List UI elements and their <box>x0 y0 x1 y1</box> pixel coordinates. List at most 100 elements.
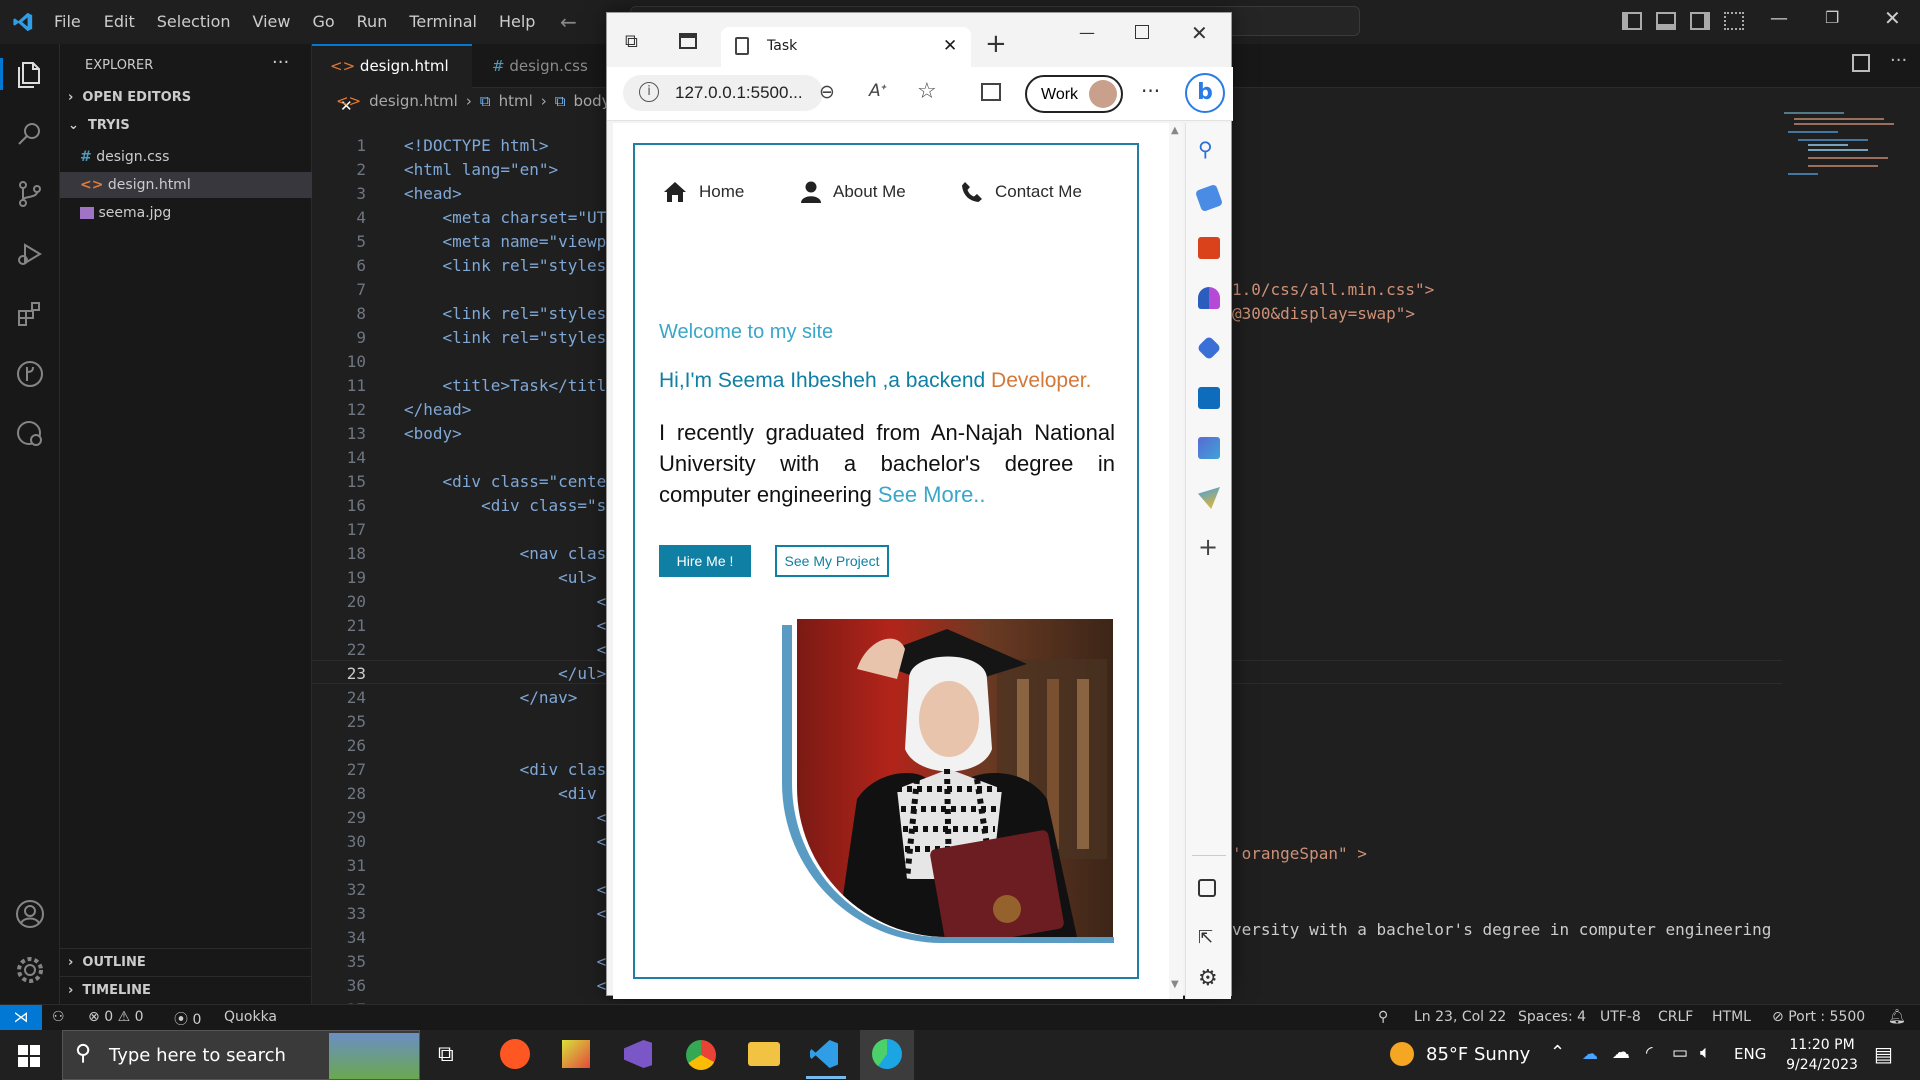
copilot-icon[interactable]: b <box>1185 73 1225 113</box>
chevron-up-icon[interactable]: ⌃ <box>1550 1042 1565 1063</box>
outlook-icon[interactable] <box>1198 387 1220 409</box>
ports-indicator[interactable]: ⦿ 0 <box>174 1009 201 1029</box>
run-debug-icon[interactable] <box>14 238 46 270</box>
source-control-icon[interactable] <box>14 178 46 210</box>
search-icon[interactable] <box>14 118 46 150</box>
sidebar-settings-icon[interactable]: ⚙ <box>1198 968 1220 991</box>
zoom-icon[interactable]: ⊖ <box>819 81 835 103</box>
see-project-button[interactable]: See My Project <box>775 545 889 577</box>
input-language[interactable]: ENG <box>1734 1045 1766 1063</box>
drop-icon[interactable] <box>1198 487 1220 509</box>
problems-indicator[interactable]: ⊗ 0 ⚠ 0 <box>88 1009 144 1025</box>
remote-indicator-icon[interactable]: ⋊ <box>0 1005 42 1030</box>
toggle-secondary-sidebar-icon[interactable] <box>1690 12 1710 30</box>
git-graph-icon[interactable] <box>14 358 46 390</box>
visual-studio-icon[interactable] <box>624 1040 652 1068</box>
chrome-icon[interactable] <box>686 1040 716 1070</box>
split-screen-icon[interactable] <box>981 83 1001 101</box>
wifi-icon[interactable]: ◜ <box>1646 1043 1653 1063</box>
language-mode[interactable]: HTML <box>1712 1009 1751 1025</box>
menu-help[interactable]: Help <box>499 12 535 44</box>
favorite-star-icon[interactable]: ☆ <box>917 79 937 104</box>
menu-file[interactable]: File <box>54 12 81 44</box>
open-editors-section[interactable]: › OPEN EDITORS <box>68 90 191 105</box>
see-more-link[interactable]: See More.. <box>878 482 986 507</box>
split-editor-icon[interactable] <box>1852 54 1870 72</box>
weather-text[interactable]: 85°F Sunny <box>1426 1044 1530 1065</box>
nav-about[interactable]: About Me <box>801 181 906 203</box>
folder-section[interactable]: ⌄ TRYIS <box>68 118 130 133</box>
m365-icon[interactable] <box>1196 335 1222 361</box>
more-actions-icon[interactable]: ··· <box>272 52 289 73</box>
file-item-html[interactable]: <> design.html <box>60 172 312 198</box>
browser-tab[interactable]: Task ✕ <box>721 27 971 67</box>
timeline-section[interactable]: › TIMELINE <box>60 976 312 1004</box>
scroll-up-icon[interactable]: ▲ <box>1171 125 1179 136</box>
cloud-icon[interactable]: ☁ <box>1612 1042 1630 1063</box>
close-window-icon[interactable]: ✕ <box>1191 21 1208 45</box>
vscode-taskbar-icon[interactable] <box>810 1040 838 1068</box>
notifications-bell-icon[interactable]: 🔔︎ <box>1888 1009 1906 1025</box>
pin-icon[interactable]: ⚲ <box>1378 1009 1388 1025</box>
clock[interactable]: 11:20 PM 9/24/2023 <box>1782 1035 1862 1075</box>
breadcrumb-item[interactable]: html <box>499 92 533 116</box>
edge-taskbar-active[interactable] <box>860 1030 914 1080</box>
add-app-icon[interactable]: + <box>1198 535 1220 559</box>
hire-me-button[interactable]: Hire Me ! <box>659 545 751 577</box>
live-server-port[interactable]: ⊘ Port : 5500 <box>1772 1009 1865 1025</box>
file-item-css[interactable]: # design.css <box>60 144 312 170</box>
search-icon[interactable]: ⚲ <box>1198 137 1220 161</box>
shopping-tag-icon[interactable] <box>1194 183 1224 213</box>
app-icon-orange[interactable] <box>500 1039 530 1069</box>
more-actions-icon[interactable]: ··· <box>1890 50 1907 71</box>
minimap[interactable] <box>1784 108 1904 278</box>
indentation[interactable]: Spaces: 4 <box>1518 1009 1586 1025</box>
battery-icon[interactable]: ▭ <box>1672 1043 1688 1063</box>
back-arrow-icon[interactable]: ← <box>560 10 577 34</box>
app-icon-tool[interactable] <box>562 1040 590 1068</box>
page-scrollbar[interactable]: ▲ ▼ <box>1169 123 1183 999</box>
menu-terminal[interactable]: Terminal <box>409 12 477 44</box>
taskbar-search-box[interactable]: ⚲ Type here to search <box>62 1030 420 1080</box>
settings-gear-icon[interactable] <box>14 954 46 986</box>
windows-start-icon[interactable] <box>18 1045 40 1067</box>
liveshare-icon[interactable]: ⚇ <box>52 1009 65 1025</box>
nav-contact[interactable]: Contact Me <box>961 181 1082 203</box>
games-icon[interactable] <box>1198 287 1220 309</box>
tools-briefcase-icon[interactable] <box>1198 237 1220 259</box>
nav-home[interactable]: Home <box>663 181 744 203</box>
site-info-icon[interactable]: i <box>639 82 659 102</box>
close-tab-icon[interactable]: ✕ <box>943 36 957 56</box>
onedrive-error-icon[interactable]: ☁ <box>1582 1044 1598 1063</box>
file-item-image[interactable]: seema.jpg <box>60 200 312 226</box>
menu-selection[interactable]: Selection <box>157 12 231 44</box>
menu-view[interactable]: View <box>253 12 291 44</box>
breadcrumb-item[interactable]: body <box>573 92 610 116</box>
outline-section[interactable]: › OUTLINE <box>60 948 312 976</box>
minimize-icon[interactable]: — <box>1079 23 1095 42</box>
profile-button[interactable]: Work <box>1025 75 1123 113</box>
explorer-icon[interactable] <box>14 58 46 90</box>
tab-design-html[interactable]: <> design.html ✕ <box>312 44 472 115</box>
encoding[interactable]: UTF-8 <box>1600 1009 1641 1025</box>
volume-icon[interactable]: 🔈︎ <box>1700 1042 1711 1063</box>
address-bar[interactable]: i 127.0.0.1:5500... <box>623 75 823 111</box>
menu-run[interactable]: Run <box>357 12 388 44</box>
weather-sun-icon[interactable] <box>1390 1042 1414 1066</box>
read-aloud-icon[interactable]: Aᐩ <box>869 81 887 101</box>
minimize-icon[interactable]: — <box>1770 8 1788 29</box>
designer-icon[interactable] <box>1198 437 1220 459</box>
breadcrumb-item[interactable]: design.html <box>369 92 458 116</box>
tab-design-css[interactable]: # design.css <box>474 44 614 88</box>
scroll-down-icon[interactable]: ▼ <box>1171 979 1179 990</box>
file-explorer-icon[interactable] <box>748 1042 780 1066</box>
menu-edit[interactable]: Edit <box>104 12 135 44</box>
line-ending[interactable]: CRLF <box>1658 1009 1693 1025</box>
more-menu-icon[interactable]: ··· <box>1141 79 1160 103</box>
accounts-icon[interactable] <box>14 898 46 930</box>
restore-icon[interactable]: ❐ <box>1825 8 1839 27</box>
quokka-status[interactable]: Quokka <box>224 1009 277 1025</box>
customize-layout-icon[interactable] <box>1724 12 1744 30</box>
extensions-icon[interactable] <box>14 298 46 330</box>
open-external-icon[interactable]: ⇱ <box>1198 927 1220 949</box>
